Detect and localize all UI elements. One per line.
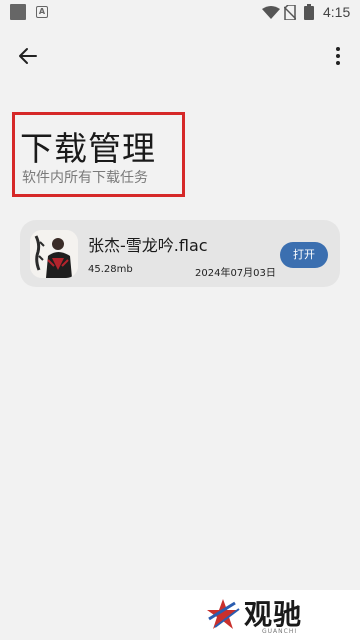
star-logo-icon bbox=[207, 599, 240, 629]
file-name: 张杰-雪龙吟.flac bbox=[88, 236, 208, 255]
wifi-icon bbox=[262, 6, 280, 19]
album-art-image bbox=[30, 230, 78, 278]
arrow-back-icon bbox=[19, 48, 37, 64]
download-item-card[interactable]: 张杰-雪龙吟.flac 45.28mb 2024年07月03日 打开 bbox=[20, 220, 340, 287]
no-sim-icon bbox=[284, 5, 296, 20]
status-bar: A 4:15 bbox=[0, 0, 360, 24]
download-date: 2024年07月03日 bbox=[195, 268, 276, 279]
watermark-logo: 观驰 GUANCHI bbox=[160, 590, 360, 640]
app-icon bbox=[10, 4, 26, 20]
status-time: 4:15 bbox=[323, 4, 351, 20]
a-notification-icon: A bbox=[36, 6, 48, 18]
app-screen: A 4:15 下载管理 软件内所有下载任务 张杰-雪龙吟.flac 45.28m… bbox=[0, 0, 360, 640]
watermark-brand: 观驰 bbox=[244, 598, 303, 631]
back-button[interactable] bbox=[14, 44, 42, 68]
battery-icon bbox=[304, 4, 314, 20]
watermark-sub: GUANCHI bbox=[262, 628, 298, 635]
file-size: 45.28mb bbox=[88, 264, 133, 275]
page-subtitle: 软件内所有下载任务 bbox=[22, 170, 148, 186]
page-title: 下载管理 bbox=[20, 129, 156, 168]
more-options-button[interactable] bbox=[328, 44, 348, 68]
more-vert-icon bbox=[336, 47, 340, 65]
open-button[interactable]: 打开 bbox=[280, 242, 328, 268]
